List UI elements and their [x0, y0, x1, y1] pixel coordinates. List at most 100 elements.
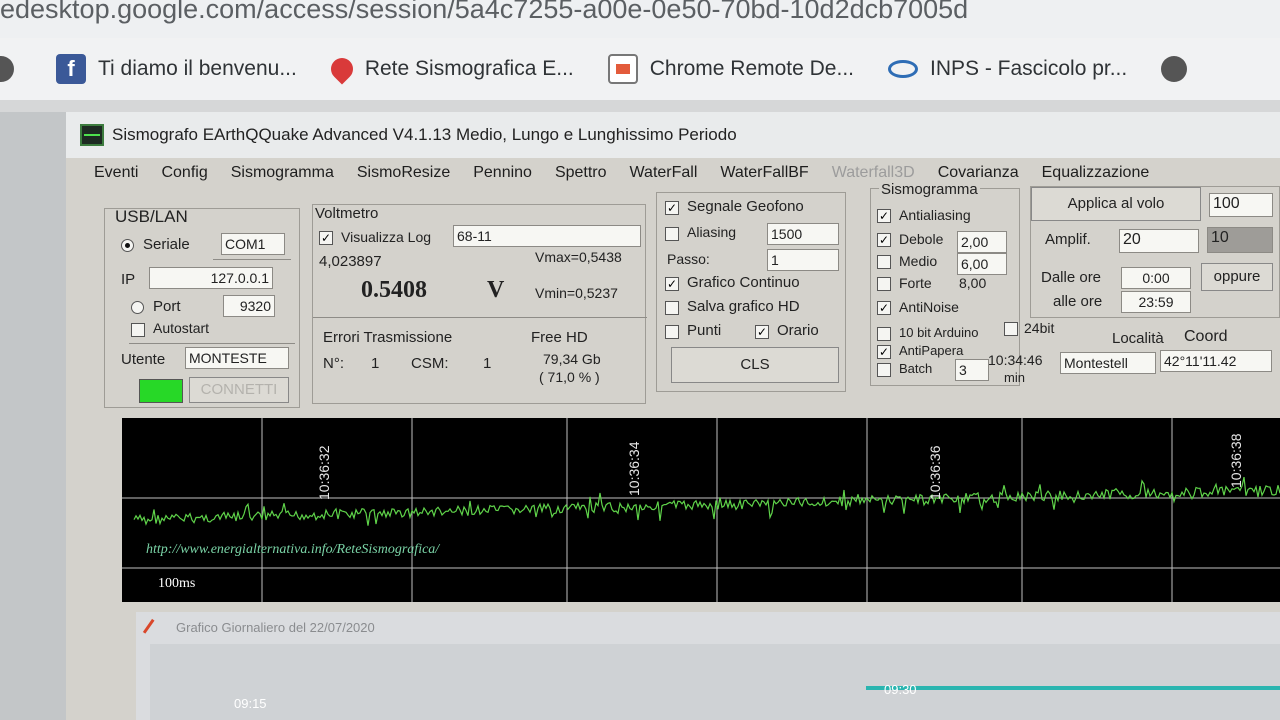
- aliasing-checkbox[interactable]: [665, 227, 679, 241]
- seismogram-display[interactable]: 10:36:32 10:36:34 10:36:36 10:36:38 http://…: [122, 418, 1280, 602]
- menu-sismoresize[interactable]: SismoResize: [357, 164, 450, 182]
- usb-separator-2: [129, 343, 295, 344]
- amplif-field-2[interactable]: 10: [1207, 227, 1273, 253]
- seismic-trace: [133, 476, 1280, 526]
- antipapera-checkbox[interactable]: ✓: [877, 345, 891, 359]
- sismogramma-title: Sismogramma: [879, 181, 980, 198]
- coord-field[interactable]: 42°11'11.42: [1160, 350, 1272, 372]
- grafico-continuo-checkbox[interactable]: ✓: [665, 277, 679, 291]
- segnale-geofono-label: Segnale Geofono: [687, 198, 804, 215]
- debole-field[interactable]: 2,00: [957, 231, 1007, 253]
- time-label-3: 10:36:38: [1228, 433, 1244, 488]
- menu-waterfall[interactable]: WaterFall: [630, 164, 698, 182]
- applica-field[interactable]: 100: [1209, 193, 1273, 217]
- bookmark-inps[interactable]: INPS - Fascicolo pr...: [888, 57, 1127, 81]
- aliasing-field[interactable]: 1500: [767, 223, 839, 245]
- voltmetro-title: Voltmetro: [315, 205, 379, 222]
- localita-label: Località: [1112, 330, 1164, 347]
- orario-checkbox[interactable]: ✓: [755, 325, 769, 339]
- com-port-field[interactable]: COM1: [221, 233, 285, 255]
- applica-al-volo-button[interactable]: Applica al volo: [1031, 187, 1201, 221]
- address-bar[interactable]: edesktop.google.com/access/session/5a4c7…: [0, 0, 1280, 38]
- time-value: 10:34:46: [988, 352, 1043, 368]
- connect-button[interactable]: CONNETTI: [189, 377, 289, 403]
- daily-chart-window: Grafico Giornaliero del 22/07/2020 09:15…: [136, 612, 1280, 720]
- 24bit-label: 24bit: [1024, 320, 1055, 336]
- freehd-percent: ( 71,0 % ): [539, 369, 600, 385]
- debole-checkbox[interactable]: ✓: [877, 233, 891, 247]
- amplif-field[interactable]: 20: [1119, 229, 1199, 253]
- alle-ore-field[interactable]: 23:59: [1121, 291, 1191, 313]
- passo-label: Passo:: [667, 251, 710, 267]
- min-label: min: [1004, 370, 1025, 385]
- port-radio[interactable]: [131, 301, 144, 314]
- menu-waterfallbf[interactable]: WaterFallBF: [720, 164, 808, 182]
- scale-label: 100ms: [158, 576, 196, 591]
- globe-icon: [0, 56, 14, 82]
- menu-sismogramma[interactable]: Sismogramma: [231, 164, 334, 182]
- salva-grafico-checkbox[interactable]: [665, 301, 679, 315]
- punti-checkbox[interactable]: [665, 325, 679, 339]
- facebook-icon: f: [56, 54, 86, 84]
- log-field[interactable]: 68-11: [453, 225, 641, 247]
- voltmetro-separator: [313, 317, 647, 318]
- batch-field[interactable]: 3: [955, 359, 989, 381]
- errori-csm-label: CSM:: [411, 355, 449, 372]
- utente-field[interactable]: MONTESTE: [185, 347, 289, 369]
- menu-pennino[interactable]: Pennino: [473, 164, 532, 182]
- menu-spettro[interactable]: Spettro: [555, 164, 607, 182]
- errori-csm-value: 1: [483, 355, 492, 372]
- seriale-radio[interactable]: [121, 239, 134, 252]
- medio-label: Medio: [899, 253, 938, 269]
- arduino-10bit-label: 10 bit Arduino: [899, 325, 979, 340]
- seismogram-svg: 10:36:32 10:36:34 10:36:36 10:36:38: [122, 418, 1280, 602]
- seismogram-url[interactable]: http://www.energialternativa.info/ReteSi…: [146, 542, 439, 558]
- medio-field[interactable]: 6,00: [957, 253, 1007, 275]
- ip-field[interactable]: 127.0.0.1: [149, 267, 273, 289]
- connection-status-indicator: [139, 379, 183, 403]
- autostart-label: Autostart: [153, 320, 210, 336]
- oppure-button[interactable]: oppure: [1201, 263, 1273, 291]
- menu-waterfall3d[interactable]: Waterfall3D: [832, 164, 915, 182]
- cls-button[interactable]: CLS: [671, 347, 839, 383]
- arduino-10bit-checkbox[interactable]: [877, 327, 891, 341]
- 24bit-checkbox[interactable]: [1004, 322, 1018, 336]
- antialiasing-checkbox[interactable]: ✓: [877, 209, 891, 223]
- menu-config[interactable]: Config: [161, 164, 207, 182]
- chrome-remote-desktop-icon: [607, 54, 638, 84]
- daily-time-label-0930: 09:30: [884, 682, 917, 697]
- voltage-big-value: 0.5408: [361, 277, 427, 303]
- freehd-size: 79,34 Gb: [543, 351, 601, 367]
- menu-covarianza[interactable]: Covarianza: [938, 164, 1019, 182]
- localita-field[interactable]: Montestell: [1060, 352, 1156, 374]
- port-field[interactable]: 9320: [223, 295, 275, 317]
- batch-checkbox[interactable]: [877, 363, 891, 377]
- bookmark-chrome-remote[interactable]: Chrome Remote De...: [607, 54, 854, 84]
- medio-checkbox[interactable]: [877, 255, 891, 269]
- desktop-gutter: [0, 112, 66, 720]
- freehd-title: Free HD: [531, 329, 588, 346]
- menu-eventi[interactable]: Eventi: [94, 164, 138, 182]
- daily-chart-plot[interactable]: 09:15 09:30: [150, 644, 1280, 720]
- batch-label: Batch: [899, 361, 933, 376]
- dalle-ore-field[interactable]: 0:00: [1121, 267, 1191, 289]
- autostart-checkbox[interactable]: [131, 323, 145, 337]
- passo-field[interactable]: 1: [767, 249, 839, 271]
- daily-time-label-0915: 09:15: [234, 696, 267, 711]
- antinoise-checkbox[interactable]: ✓: [877, 301, 891, 315]
- globe-icon: [1161, 56, 1188, 82]
- forte-checkbox[interactable]: [877, 277, 891, 291]
- bookmark-globe-right[interactable]: [1161, 56, 1188, 82]
- menu-bar: Eventi Config Sismogramma SismoResize Pe…: [66, 158, 1280, 188]
- bookmark-globe-left[interactable]: [0, 56, 14, 82]
- usb-lan-panel: USB/LAN Seriale COM1 IP 127.0.0.1 Port 9…: [104, 207, 300, 408]
- visualizza-log-checkbox[interactable]: ✓: [319, 231, 333, 245]
- menu-equalizzazione[interactable]: Equalizzazione: [1042, 164, 1150, 182]
- aliasing-label: Aliasing: [687, 224, 737, 240]
- salva-grafico-label: Salva grafico HD: [687, 298, 800, 315]
- bookmark-facebook[interactable]: f Ti diamo il benvenu...: [56, 54, 297, 84]
- url-text: edesktop.google.com/access/session/5a4c7…: [0, 0, 969, 24]
- bookmark-rete-sismografica[interactable]: Rete Sismografica E...: [326, 53, 574, 85]
- port-label: Port: [153, 298, 181, 315]
- segnale-geofono-checkbox[interactable]: ✓: [665, 201, 679, 215]
